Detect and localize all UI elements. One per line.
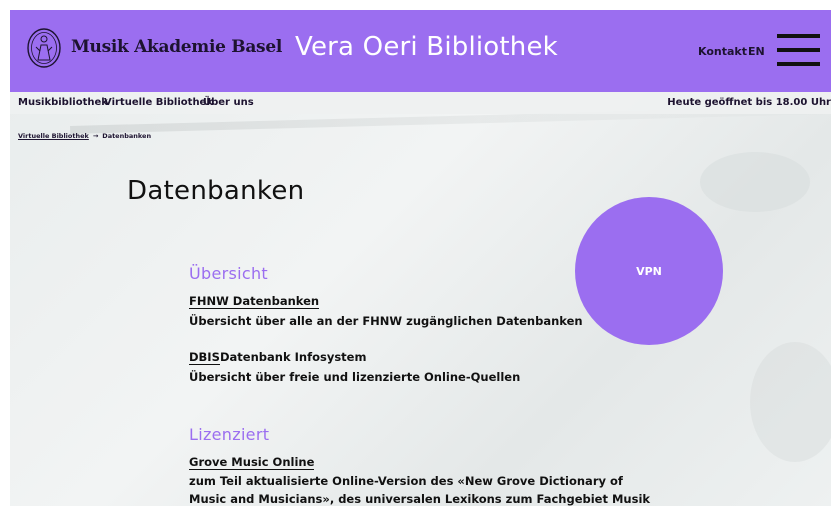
- nav-item-virtuelle-bibliothek[interactable]: Virtuelle Bibliothek: [104, 97, 213, 108]
- background-shape: [700, 152, 810, 212]
- breadcrumb-parent-link[interactable]: Virtuelle Bibliothek: [18, 132, 89, 140]
- site-title[interactable]: Vera Oeri Bibliothek: [295, 32, 558, 62]
- opening-hours: Heute geöffnet bis 18.00 Uhr: [667, 97, 831, 108]
- section-heading-lizenziert: Lizenziert: [189, 425, 270, 444]
- nav-item-musikbibliothek[interactable]: Musikbibliothek: [18, 97, 108, 108]
- fhnw-datenbanken-link[interactable]: FHNW Datenbanken: [189, 294, 320, 309]
- background-shape: [750, 342, 831, 462]
- site-header: Musik Akademie Basel Vera Oeri Bibliothe…: [10, 10, 831, 92]
- language-switch[interactable]: EN: [748, 45, 765, 58]
- fhnw-datenbanken-description: Übersicht über alle an der FHNW zugängli…: [189, 314, 583, 328]
- vpn-label: VPN: [636, 265, 662, 278]
- hamburger-menu-icon[interactable]: [777, 34, 820, 66]
- grove-music-online-description: zum Teil aktualisierte Online-Version de…: [189, 474, 651, 506]
- academy-logo-text[interactable]: Musik Akademie Basel: [71, 37, 282, 57]
- dbis-link[interactable]: DBIS: [189, 350, 220, 365]
- grove-music-online-link[interactable]: Grove Music Online: [189, 455, 315, 470]
- breadcrumb-current: Datenbanken: [102, 132, 152, 140]
- arrow-right-icon: →: [92, 132, 99, 140]
- section-heading-uebersicht: Übersicht: [189, 264, 268, 283]
- page: Musik Akademie Basel Vera Oeri Bibliothe…: [10, 10, 831, 506]
- nav-item-ueber-uns[interactable]: Über uns: [203, 97, 254, 108]
- page-title: Datenbanken: [127, 176, 305, 206]
- breadcrumb: Virtuelle Bibliothek → Datenbanken: [18, 132, 151, 140]
- academy-seal-icon[interactable]: [26, 27, 62, 69]
- sub-navigation: Musikbibliothek Virtuelle Bibliothek Übe…: [10, 92, 831, 114]
- dbis-suffix: Datenbank Infosystem: [220, 350, 367, 364]
- contact-link[interactable]: Kontakt: [698, 45, 747, 58]
- dbis-description: Übersicht über freie und lizenzierte Onl…: [189, 370, 521, 384]
